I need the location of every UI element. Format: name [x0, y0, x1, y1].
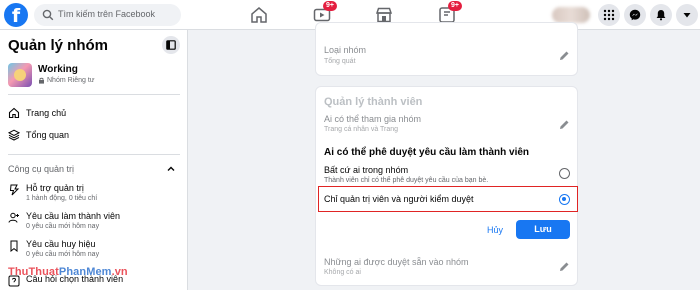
- sidebar-toggle-icon: [166, 40, 176, 50]
- option-anyone-description: Thành viên chỉ có thể phê duyệt yêu cầu …: [324, 177, 489, 184]
- profile-chip[interactable]: [552, 7, 590, 23]
- who-can-join-value: Trang cá nhân và Trang: [324, 126, 399, 133]
- sidebar-title: Quản lý nhóm: [8, 37, 109, 54]
- sidebar-item-label: Trang chủ: [26, 108, 67, 118]
- sidebar-item-sublabel: 0 yêu cầu mới hôm nay: [26, 223, 100, 230]
- facebook-logo[interactable]: f: [4, 3, 28, 27]
- group-type-label: Loại nhóm: [324, 45, 367, 55]
- menu-button[interactable]: [598, 4, 620, 26]
- who-can-join-label: Ai có thể tham gia nhóm: [324, 114, 422, 124]
- account-dropdown-icon: [683, 13, 691, 18]
- nav-home[interactable]: [249, 5, 269, 25]
- groups-badge: 9+: [448, 1, 462, 11]
- edit-pencil-icon[interactable]: [558, 50, 570, 62]
- divider: [8, 154, 180, 155]
- save-button[interactable]: Lưu: [516, 220, 570, 239]
- admin-assist-icon: [9, 184, 20, 196]
- selection-highlight-box: [318, 186, 578, 212]
- watermark-part: PhanMem: [58, 266, 112, 278]
- group-name[interactable]: Working: [38, 64, 78, 75]
- member-management-title: Quản lý thành viên: [324, 96, 423, 108]
- notifications-icon: [656, 10, 666, 21]
- account-button[interactable]: [676, 4, 698, 26]
- site-watermark: ThuThuatPhanMem.vn: [8, 266, 128, 278]
- chevron-up-icon[interactable]: [166, 164, 176, 174]
- messenger-button[interactable]: [624, 4, 646, 26]
- home-icon: [8, 107, 20, 119]
- manage-group-sidebar: Quản lý nhóm Working Nhóm Riêng tư Trang…: [0, 30, 188, 290]
- approve-requests-question: Ai có thể phê duyệt yêu cầu làm thành vi…: [324, 147, 530, 158]
- group-avatar[interactable]: [8, 63, 32, 87]
- option-anyone-radio[interactable]: [559, 168, 570, 179]
- sidebar-item-sublabel: 1 hành động, 0 tiêu chí: [26, 195, 98, 202]
- lock-icon: [39, 77, 44, 84]
- collapse-sidebar-button[interactable]: [162, 36, 180, 54]
- sidebar-item-label: Yêu cầu làm thành viên: [26, 211, 121, 221]
- badge-request-icon: [10, 240, 18, 252]
- member-request-icon: [8, 212, 19, 223]
- search-box[interactable]: Tìm kiếm trên Facebook: [34, 4, 181, 26]
- group-privacy: Nhóm Riêng tư: [38, 77, 94, 84]
- watch-badge: 9+: [323, 1, 337, 11]
- menu-grid-icon: [603, 9, 615, 21]
- messenger-icon: [629, 9, 641, 21]
- preapproved-value: Không có ai: [324, 269, 361, 276]
- edit-pencil-icon[interactable]: [558, 261, 570, 273]
- notifications-button[interactable]: [650, 4, 672, 26]
- overview-icon: [8, 129, 20, 141]
- group-type-card: Loại nhóm Tổng quát: [315, 22, 578, 76]
- watermark-part: .vn: [111, 266, 128, 278]
- sidebar-item-label: Hỗ trợ quản trị: [26, 183, 84, 193]
- home-icon: [251, 7, 267, 23]
- search-placeholder: Tìm kiếm trên Facebook: [58, 9, 156, 19]
- sidebar-item-sublabel: 0 yêu cầu mới hôm nay: [26, 251, 100, 258]
- group-type-value: Tổng quát: [324, 58, 356, 65]
- sidebar-item-home[interactable]: Trang chủ: [8, 107, 66, 119]
- cancel-button[interactable]: Hủy: [480, 221, 510, 239]
- sidebar-item-label: Tổng quan: [26, 130, 70, 140]
- sidebar-item-label: Yêu cầu huy hiệu: [26, 239, 96, 249]
- admin-tools-section-title: Công cụ quản trị: [8, 164, 75, 174]
- option-anyone-label[interactable]: Bất cứ ai trong nhóm: [324, 165, 408, 175]
- watermark-part: ThuThuat: [8, 266, 59, 278]
- edit-pencil-icon[interactable]: [558, 119, 570, 131]
- group-privacy-label: Nhóm Riêng tư: [47, 77, 95, 84]
- preapproved-label: Những ai được duyệt sẵn vào nhóm: [324, 257, 469, 267]
- search-icon: [42, 9, 54, 21]
- sidebar-item-overview[interactable]: Tổng quan: [8, 129, 69, 141]
- divider: [8, 94, 180, 95]
